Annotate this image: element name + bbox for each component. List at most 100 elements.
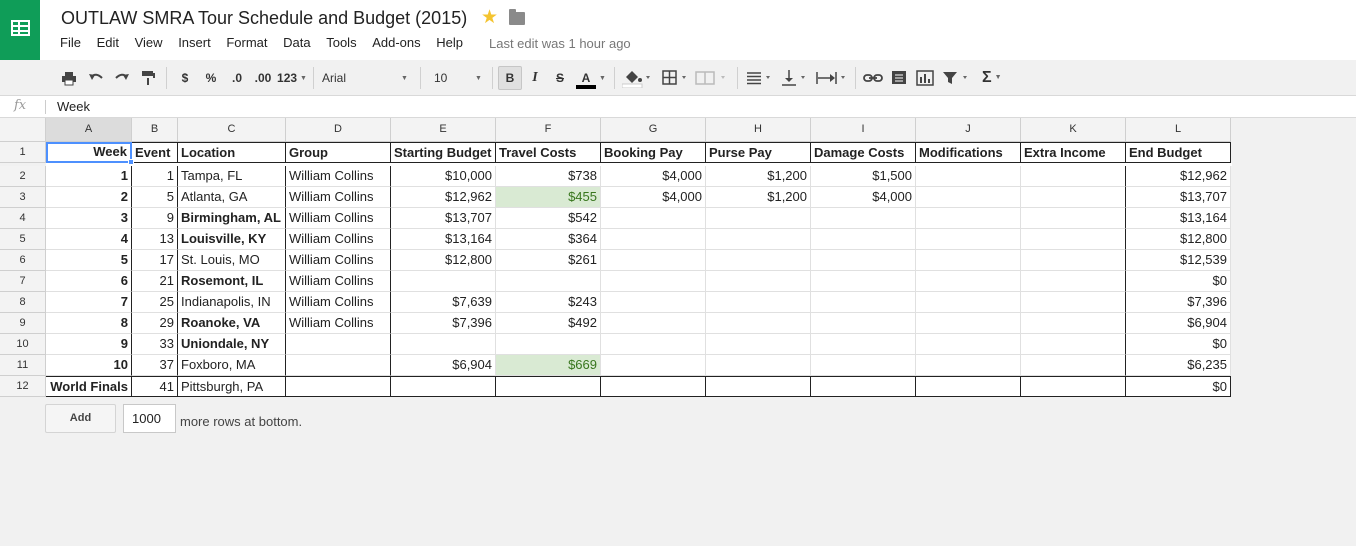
comment-icon[interactable] (890, 68, 908, 88)
cell-d11[interactable] (286, 355, 391, 376)
cell-b7[interactable]: 21 (132, 271, 178, 292)
cell-i9[interactable] (811, 313, 916, 334)
cell-h11[interactable] (706, 355, 811, 376)
cell-j3[interactable] (916, 187, 1021, 208)
cell-k9[interactable] (1021, 313, 1126, 334)
row-header-1[interactable]: 1 (0, 142, 46, 163)
row-header-12[interactable]: 12 (0, 376, 46, 397)
cell-k1[interactable]: Extra Income (1021, 142, 1126, 163)
cell-b12[interactable]: 41 (132, 376, 178, 397)
cell-l1[interactable]: End Budget (1126, 142, 1231, 163)
row-header-9[interactable]: 9 (0, 313, 46, 334)
cell-e8[interactable]: $7,639 (391, 292, 496, 313)
cell-c10[interactable]: Uniondale, NY (178, 334, 286, 355)
link-icon[interactable] (863, 68, 883, 88)
align-icon[interactable] (746, 68, 774, 88)
cell-e10[interactable] (391, 334, 496, 355)
select-all-corner[interactable] (0, 118, 46, 142)
cell-d3[interactable]: William Collins (286, 187, 391, 208)
menu-edit[interactable]: Edit (97, 35, 119, 50)
cell-j12[interactable] (916, 376, 1021, 397)
cell-g12[interactable] (601, 376, 706, 397)
cell-h3[interactable]: $1,200 (706, 187, 811, 208)
currency-button[interactable]: $ (178, 68, 192, 88)
row-header-4[interactable]: 4 (0, 208, 46, 229)
merge-icon[interactable] (695, 68, 729, 88)
cell-b2[interactable]: 1 (132, 166, 178, 187)
menu-file[interactable]: File (60, 35, 81, 50)
cell-c2[interactable]: Tampa, FL (178, 166, 286, 187)
cell-i10[interactable] (811, 334, 916, 355)
strikethrough-button[interactable]: S (553, 68, 567, 88)
cell-e7[interactable] (391, 271, 496, 292)
last-edit-status[interactable]: Last edit was 1 hour ago (489, 36, 631, 51)
cell-k10[interactable] (1021, 334, 1126, 355)
cell-i8[interactable] (811, 292, 916, 313)
cell-i6[interactable] (811, 250, 916, 271)
menu-help[interactable]: Help (436, 35, 463, 50)
cell-f11[interactable]: $669 (496, 355, 601, 376)
cell-k8[interactable] (1021, 292, 1126, 313)
cell-e11[interactable]: $6,904 (391, 355, 496, 376)
font-family-select[interactable]: Arial ▼ (322, 68, 412, 88)
cell-b5[interactable]: 13 (132, 229, 178, 250)
cell-k3[interactable] (1021, 187, 1126, 208)
sheets-logo-icon[interactable] (0, 0, 40, 60)
cell-k5[interactable] (1021, 229, 1126, 250)
cell-f6[interactable]: $261 (496, 250, 601, 271)
cell-j1[interactable]: Modifications (916, 142, 1021, 163)
cell-f5[interactable]: $364 (496, 229, 601, 250)
cell-k11[interactable] (1021, 355, 1126, 376)
cell-a11[interactable]: 10 (46, 355, 132, 376)
cell-e12[interactable] (391, 376, 496, 397)
cell-d7[interactable]: William Collins (286, 271, 391, 292)
cell-l12[interactable]: $0 (1126, 376, 1231, 397)
cell-e6[interactable]: $12,800 (391, 250, 496, 271)
cell-d12[interactable] (286, 376, 391, 397)
cell-k12[interactable] (1021, 376, 1126, 397)
cell-i1[interactable]: Damage Costs (811, 142, 916, 163)
cell-g2[interactable]: $4,000 (601, 166, 706, 187)
cell-c3[interactable]: Atlanta, GA (178, 187, 286, 208)
cell-b10[interactable]: 33 (132, 334, 178, 355)
decrease-decimal-button[interactable]: .0 (228, 68, 246, 88)
fill-color-icon[interactable] (622, 68, 652, 88)
cell-c8[interactable]: Indianapolis, IN (178, 292, 286, 313)
cell-d8[interactable]: William Collins (286, 292, 391, 313)
cell-g8[interactable] (601, 292, 706, 313)
column-header-a[interactable]: A (46, 118, 132, 142)
cell-d6[interactable]: William Collins (286, 250, 391, 271)
cell-a7[interactable]: 6 (46, 271, 132, 292)
column-header-l[interactable]: L (1126, 118, 1231, 142)
cell-h4[interactable] (706, 208, 811, 229)
cell-d9[interactable]: William Collins (286, 313, 391, 334)
row-header-6[interactable]: 6 (0, 250, 46, 271)
cell-f1[interactable]: Travel Costs (496, 142, 601, 163)
cell-g4[interactable] (601, 208, 706, 229)
percent-button[interactable]: % (203, 68, 219, 88)
cell-j11[interactable] (916, 355, 1021, 376)
cell-g1[interactable]: Booking Pay (601, 142, 706, 163)
cell-i3[interactable]: $4,000 (811, 187, 916, 208)
undo-icon[interactable] (87, 68, 105, 88)
row-header-7[interactable]: 7 (0, 271, 46, 292)
selection-fill-handle[interactable] (128, 159, 134, 165)
cell-e2[interactable]: $10,000 (391, 166, 496, 187)
cell-a10[interactable]: 9 (46, 334, 132, 355)
cell-i4[interactable] (811, 208, 916, 229)
cell-c9[interactable]: Roanoke, VA (178, 313, 286, 334)
cell-l11[interactable]: $6,235 (1126, 355, 1231, 376)
cell-a4[interactable]: 3 (46, 208, 132, 229)
cell-j2[interactable] (916, 166, 1021, 187)
cell-e1[interactable]: Starting Budget (391, 142, 496, 163)
column-header-g[interactable]: G (601, 118, 706, 142)
menu-addons[interactable]: Add-ons (372, 35, 420, 50)
cell-j9[interactable] (916, 313, 1021, 334)
cell-b6[interactable]: 17 (132, 250, 178, 271)
cell-j4[interactable] (916, 208, 1021, 229)
cell-d1[interactable]: Group (286, 142, 391, 163)
wrap-icon[interactable] (815, 68, 849, 88)
cell-e9[interactable]: $7,396 (391, 313, 496, 334)
cell-e5[interactable]: $13,164 (391, 229, 496, 250)
cell-h5[interactable] (706, 229, 811, 250)
